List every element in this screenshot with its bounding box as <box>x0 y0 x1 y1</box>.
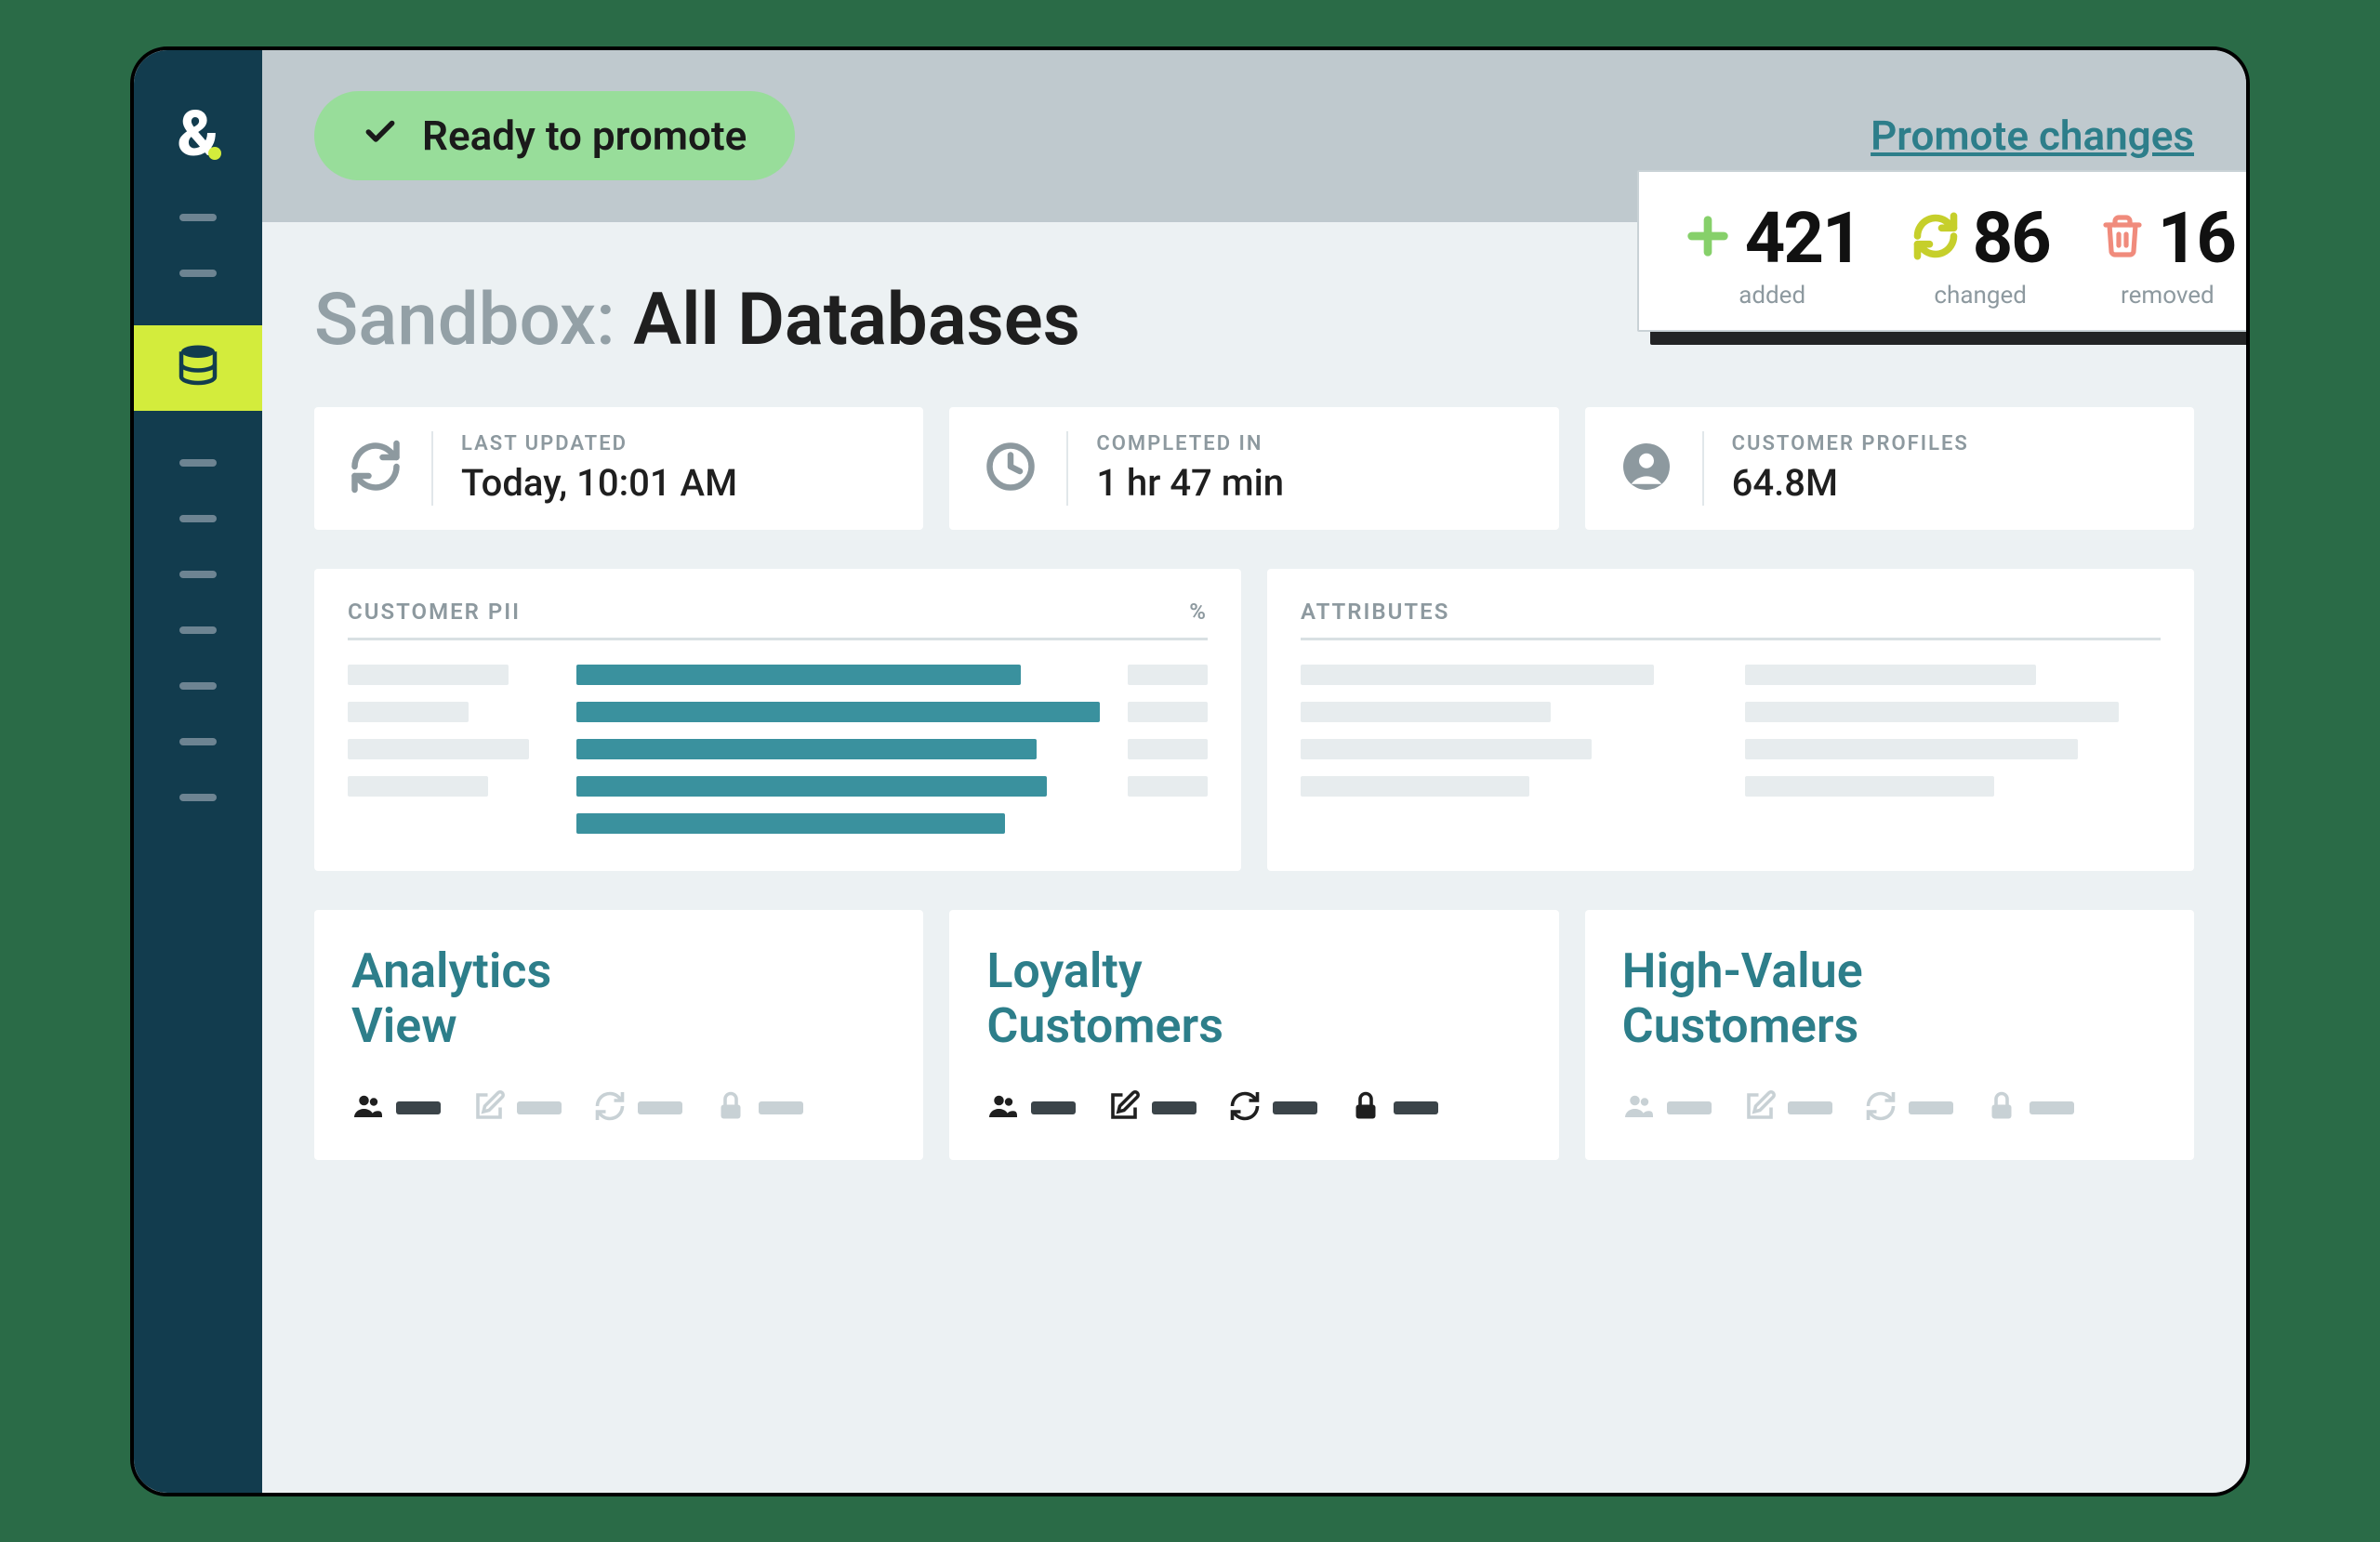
sidebar-item-1[interactable] <box>179 214 217 221</box>
users-icon <box>986 1089 1020 1127</box>
edit-icon <box>472 1089 506 1127</box>
attributes-title: ATTRIBUTES <box>1301 599 1449 625</box>
card-icons <box>1622 1089 2157 1127</box>
added-label: added <box>1739 282 1805 310</box>
users-icon <box>1622 1089 1656 1127</box>
lock-icon <box>714 1089 747 1127</box>
last-updated-value: Today, 10:01 AM <box>461 461 737 505</box>
cards-row: Analytics View Loyalty Customers <box>314 910 2194 1161</box>
sync-icon <box>593 1089 627 1127</box>
card-icons <box>351 1089 886 1127</box>
sidebar-item-databases[interactable] <box>134 325 262 411</box>
card-title-l1: High-Value <box>1622 942 1863 999</box>
pii-title: CUSTOMER PII <box>348 599 521 625</box>
lock-icon <box>1985 1089 2018 1127</box>
card-high-value-customers[interactable]: High-Value Customers <box>1585 910 2194 1161</box>
card-title-l2: Customers <box>986 997 1223 1054</box>
plus-icon <box>1684 212 1732 264</box>
pii-chart-skeleton <box>348 665 1208 834</box>
database-icon <box>173 341 223 395</box>
sync-icon <box>1864 1089 1897 1127</box>
sidebar-item-9[interactable] <box>179 738 217 745</box>
changes-changed: 86 changed <box>1911 196 2050 310</box>
title-name: All Databases <box>633 278 1080 362</box>
pii-pct: % <box>1189 599 1208 625</box>
sidebar-item-6[interactable] <box>179 571 217 578</box>
promote-changes-link[interactable]: Promote changes <box>1871 112 2194 160</box>
check-icon <box>363 112 398 160</box>
card-title-l2: View <box>351 997 457 1054</box>
divider <box>1702 431 1704 506</box>
sidebar-item-8[interactable] <box>179 682 217 690</box>
sync-icon <box>1911 212 1960 264</box>
title-prefix: Sandbox: <box>314 278 615 362</box>
users-icon <box>351 1089 385 1127</box>
stats-row: LAST UPDATED Today, 10:01 AM COMPLETED I… <box>314 407 2194 530</box>
sidebar-item-7[interactable] <box>179 626 217 634</box>
sidebar-item-4[interactable] <box>179 459 217 467</box>
divider <box>431 431 433 506</box>
app-frame: & Ready to promote Promote changes <box>130 46 2250 1496</box>
changed-count: 86 <box>1973 196 2050 280</box>
changes-popup: 421 added 86 changed <box>1637 170 2250 332</box>
completed-label: COMPLETED IN <box>1096 432 1284 455</box>
removed-label: removed <box>2121 282 2215 310</box>
panels-row: CUSTOMER PII % <box>314 569 2194 871</box>
stat-customer-profiles: CUSTOMER PROFILES 64.8M <box>1585 407 2194 530</box>
sidebar: & <box>134 50 262 1493</box>
changed-label: changed <box>1934 282 2026 310</box>
panel-customer-pii: CUSTOMER PII % <box>314 569 1241 871</box>
changes-removed: 16 removed <box>2100 196 2235 310</box>
edit-icon <box>1107 1089 1141 1127</box>
sync-icon <box>1228 1089 1262 1127</box>
sidebar-item-5[interactable] <box>179 515 217 522</box>
card-title-l1: Analytics <box>351 942 551 999</box>
changes-added: 421 added <box>1684 196 1861 310</box>
stat-last-updated: LAST UPDATED Today, 10:01 AM <box>314 407 923 530</box>
card-icons <box>986 1089 1521 1127</box>
sidebar-item-10[interactable] <box>179 794 217 801</box>
trash-icon <box>2100 214 2145 262</box>
removed-count: 16 <box>2158 196 2235 280</box>
card-title-l1: Loyalty <box>986 942 1142 999</box>
card-loyalty-customers[interactable]: Loyalty Customers <box>949 910 1558 1161</box>
user-icon <box>1619 439 1674 498</box>
completed-value: 1 hr 47 min <box>1096 461 1284 505</box>
logo-ampersand: & <box>177 102 218 165</box>
card-title-l2: Customers <box>1622 997 1859 1054</box>
attributes-skeleton <box>1301 665 2161 797</box>
edit-icon <box>1743 1089 1777 1127</box>
last-updated-label: LAST UPDATED <box>461 432 737 455</box>
card-analytics-view[interactable]: Analytics View <box>314 910 923 1161</box>
added-count: 421 <box>1745 196 1861 280</box>
stat-completed-in: COMPLETED IN 1 hr 47 min <box>949 407 1558 530</box>
status-label: Ready to promote <box>422 112 747 160</box>
sidebar-item-2[interactable] <box>179 270 217 277</box>
clock-icon <box>983 439 1038 498</box>
refresh-icon <box>348 439 403 498</box>
divider <box>1066 431 1068 506</box>
profiles-label: CUSTOMER PROFILES <box>1732 432 1969 455</box>
content-area: 421 added 86 changed <box>262 222 2246 1161</box>
profiles-value: 64.8M <box>1732 461 1969 505</box>
lock-icon <box>1349 1089 1382 1127</box>
main-content: Ready to promote Promote changes 421 add… <box>262 50 2246 1493</box>
status-pill: Ready to promote <box>314 91 795 180</box>
panel-attributes: ATTRIBUTES <box>1267 569 2194 871</box>
